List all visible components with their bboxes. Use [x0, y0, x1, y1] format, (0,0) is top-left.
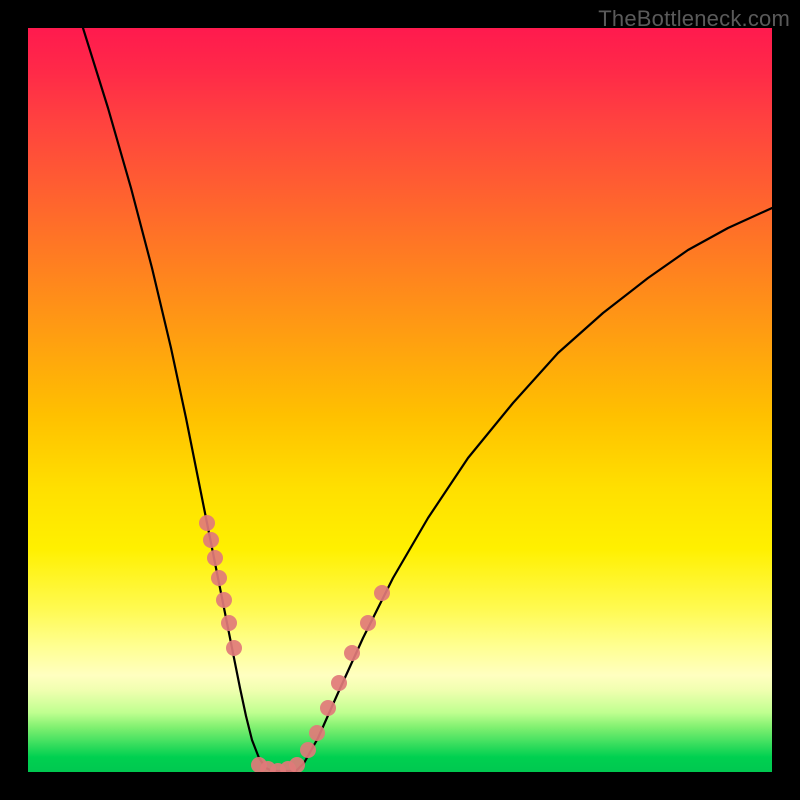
marker-dot-left [207, 550, 223, 566]
marker-dot-floor [289, 757, 305, 772]
marker-dot-right [374, 585, 390, 601]
marker-dot-right [309, 725, 325, 741]
marker-dot-left [199, 515, 215, 531]
marker-dot-right [360, 615, 376, 631]
bottleneck-curve [83, 28, 772, 771]
marker-dot-right [331, 675, 347, 691]
marker-dot-left [211, 570, 227, 586]
marker-dot-left [216, 592, 232, 608]
marker-dot-left [203, 532, 219, 548]
marker-dot-right [344, 645, 360, 661]
marker-dot-right [300, 742, 316, 758]
watermark-text: TheBottleneck.com [598, 6, 790, 32]
marker-dot-left [226, 640, 242, 656]
marker-dot-left [221, 615, 237, 631]
marker-dot-right [320, 700, 336, 716]
